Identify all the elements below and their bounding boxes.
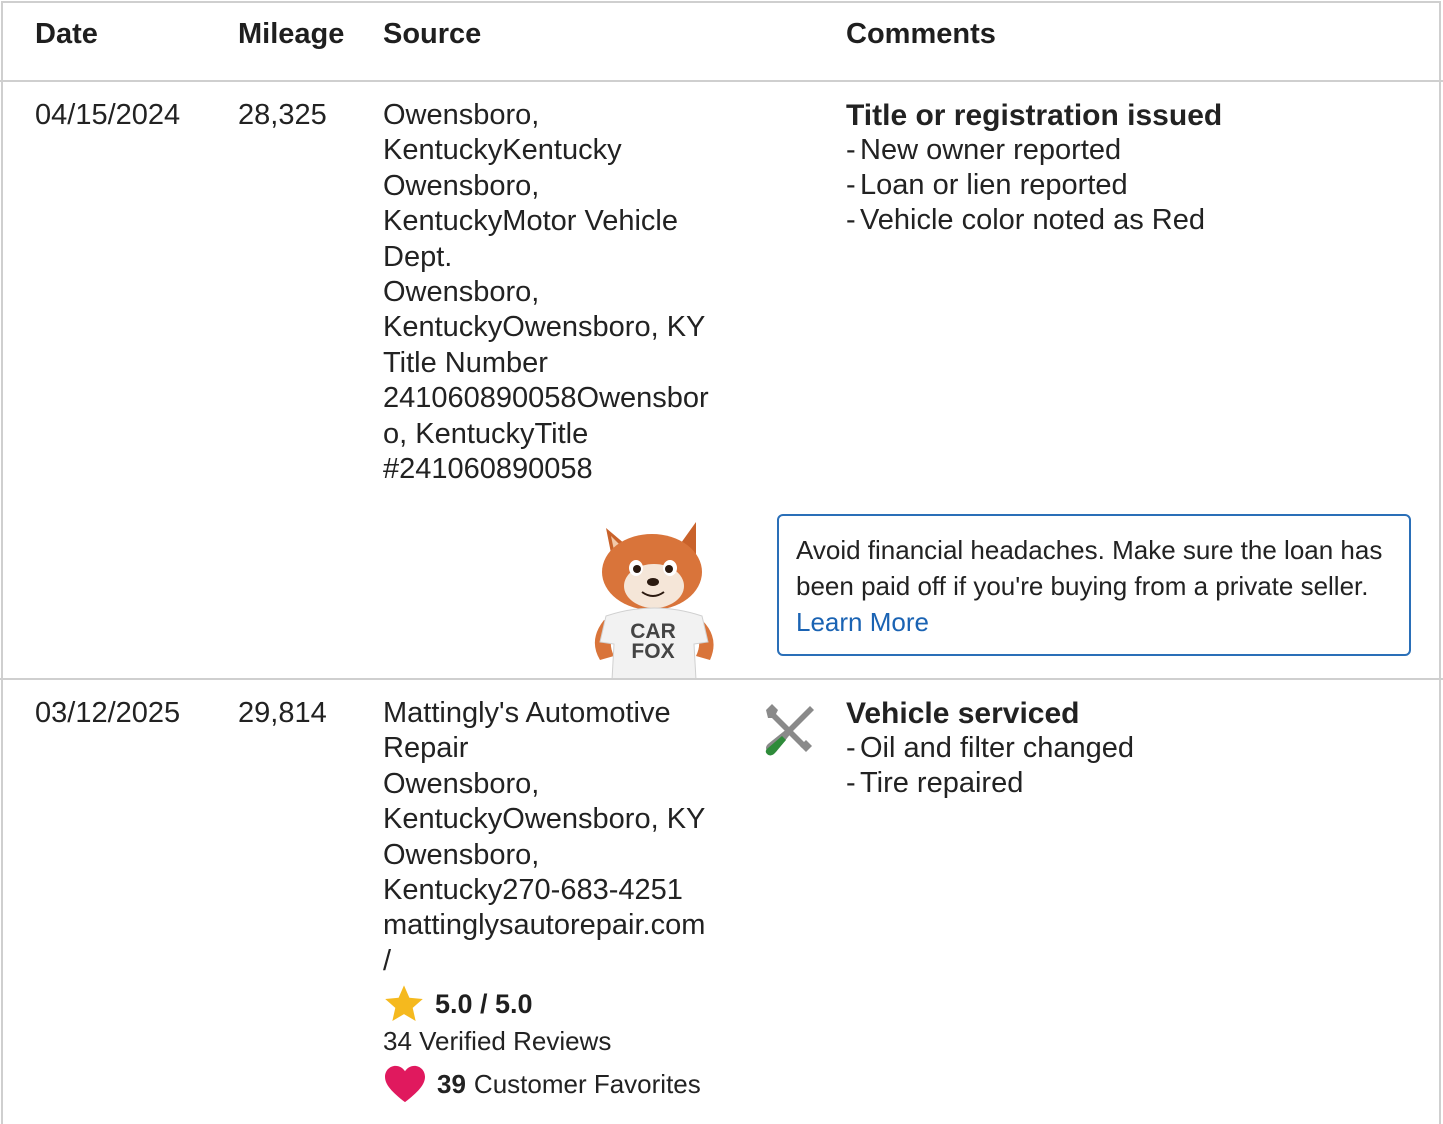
learn-more-link[interactable]: Learn More [796, 607, 929, 637]
star-icon [385, 985, 423, 1022]
row2-source: Mattingly's Automotive Repair Owensboro,… [383, 696, 753, 979]
source-line: mattinglysautorepair.com [383, 909, 706, 942]
row1-comments: Title or registration issued - New owner … [846, 98, 1222, 238]
source-line: KentuckyOwensboro, KY [383, 311, 706, 344]
row-divider [0, 678, 1443, 680]
row2-comments: Vehicle serviced - Oil and filter changed… [846, 696, 1134, 801]
source-line: Owensboro, [383, 767, 540, 800]
favorites-label: Customer Favorites [473, 1068, 701, 1099]
source-line: KentuckyKentucky [383, 134, 622, 167]
shop-rating: 5.0 / 5.0 [383, 984, 533, 1024]
verified-reviews-link[interactable]: 34 Verified Reviews [383, 1026, 611, 1057]
source-line: 241060890058Owensbor [383, 382, 709, 415]
header-comments: Comments [846, 18, 996, 50]
comment-item: - New owner reported [846, 134, 1122, 166]
source-line: Mattingly's Automotive [383, 697, 671, 729]
source-line: Kentucky270-683-4251 [383, 874, 683, 907]
source-line: #241060890058 [383, 453, 593, 486]
wrench-screwdriver-icon [765, 704, 814, 756]
svg-text:FOX: FOX [631, 640, 674, 663]
source-line: Title Number [383, 346, 548, 379]
source-line: Dept. [383, 240, 453, 273]
source-line: o, KentuckyTitle [383, 417, 589, 450]
comment-item: - Tire repaired [846, 767, 1024, 799]
source-line: KentuckyMotor Vehicle [383, 205, 678, 238]
comment-title: Title or registration issued [846, 99, 1223, 132]
header-divider [0, 80, 1443, 82]
source-line: KentuckyOwensboro, KY [383, 803, 706, 836]
header-source: Source [383, 18, 482, 50]
source-line: Owensboro, [383, 276, 540, 309]
row2-mileage: 29,814 [238, 697, 327, 729]
source-line: Owensboro, [383, 838, 540, 871]
comment-item: - Vehicle color noted as Red [846, 204, 1205, 236]
comment-item: - Loan or lien reported [846, 169, 1128, 201]
heart-icon [385, 1065, 425, 1103]
source-line: Repair [383, 732, 469, 765]
row1-source: Owensboro, KentuckyKentucky Owensboro, K… [383, 98, 753, 487]
tip-text: Avoid financial headaches. Make sure the… [796, 535, 1383, 601]
header-mileage: Mileage [238, 18, 345, 50]
comment-title: Vehicle serviced [846, 697, 1080, 730]
loan-tip-box: Avoid financial headaches. Make sure the… [777, 514, 1411, 656]
row2-date: 03/12/2025 [35, 697, 181, 729]
customer-favorites: 39 Customer Favorites [383, 1064, 701, 1104]
comment-item: - Oil and filter changed [846, 732, 1135, 764]
carfox-mascot-icon: CAR FOX [594, 522, 714, 680]
rating-value: 5.0 / 5.0 [435, 988, 533, 1019]
source-line: / [383, 944, 392, 977]
favorites-count: 39 [437, 1068, 466, 1099]
header-date: Date [35, 18, 98, 50]
row1-date: 04/15/2024 [35, 99, 181, 131]
row1-mileage: 28,325 [238, 99, 327, 131]
source-line: Owensboro, [383, 169, 540, 202]
source-line: Owensboro, [383, 99, 540, 131]
